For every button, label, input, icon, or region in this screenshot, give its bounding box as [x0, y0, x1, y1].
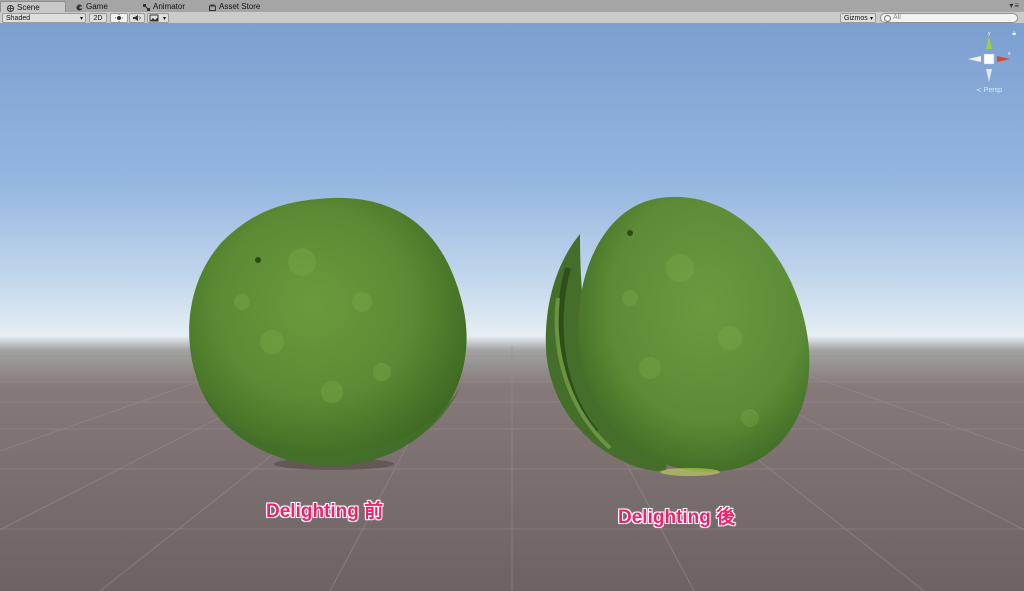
search-input[interactable]: All — [880, 13, 1018, 23]
ground-grid — [0, 345, 1024, 591]
projection-label[interactable]: ≺ Persp — [976, 86, 1002, 94]
search-placeholder: All — [893, 14, 901, 21]
2d-toggle-label: 2D — [93, 15, 103, 22]
gizmos-dropdown[interactable]: Gizmos ▾ — [840, 13, 876, 23]
scene-effects-dropdown[interactable]: ▾ — [147, 13, 169, 23]
gizmos-label: Gizmos — [844, 15, 868, 22]
macaron-after-model[interactable] — [540, 188, 820, 478]
tab-animator-label: Animator — [153, 2, 186, 11]
tab-asset-store[interactable]: Asset Store — [203, 1, 266, 12]
scene-toolbar: Shaded ▾ 2D ▾ Gizmos ▾ All — [0, 12, 1024, 24]
speaker-icon — [133, 15, 141, 21]
2d-toggle-button[interactable]: 2D — [89, 13, 107, 23]
chevron-down-icon: ▾ — [79, 16, 83, 22]
tab-game-label: Game — [86, 2, 108, 11]
tab-asset-store-label: Asset Store — [219, 2, 261, 11]
animator-icon — [143, 3, 150, 11]
panel-menu-icon[interactable]: ▾≡ — [1009, 1, 1020, 10]
macaron-before-model[interactable] — [182, 192, 482, 472]
projection-text: Persp — [983, 87, 1002, 94]
lock-icon[interactable]: 🔒︎ — [1012, 30, 1016, 38]
editor-tab-bar: Scene Game Animator Asset Store ▾≡ — [0, 0, 1024, 12]
svg-text:y: y — [988, 32, 991, 37]
search-icon — [884, 15, 891, 22]
tab-scene[interactable]: Scene — [0, 1, 66, 12]
shading-mode-dropdown[interactable]: Shaded ▾ — [2, 13, 86, 23]
sun-icon — [115, 14, 123, 22]
shading-mode-value: Shaded — [6, 15, 31, 22]
scene-icon — [7, 4, 14, 12]
label-after-delighting: Delighting 後 — [618, 507, 736, 528]
tab-animator[interactable]: Animator — [137, 1, 191, 12]
scene-lighting-toggle[interactable] — [110, 13, 128, 23]
asset-store-icon — [209, 3, 216, 11]
scene-viewport[interactable]: Delighting 前 Delighting 後 y x 🔒︎ ≺ Persp — [0, 24, 1024, 591]
tab-game[interactable]: Game — [70, 1, 114, 12]
chevron-down-icon: ▾ — [162, 16, 166, 22]
tab-scene-label: Scene — [17, 2, 40, 12]
svg-text:x: x — [1008, 51, 1011, 57]
projection-icon: ≺ — [975, 87, 982, 94]
orientation-gizmo[interactable]: y x — [964, 32, 1014, 92]
scene-audio-toggle[interactable] — [129, 13, 145, 23]
chevron-down-icon: ▾ — [869, 16, 873, 22]
game-icon — [76, 3, 83, 11]
label-before-delighting: Delighting 前 — [266, 501, 384, 522]
image-icon — [149, 14, 159, 22]
